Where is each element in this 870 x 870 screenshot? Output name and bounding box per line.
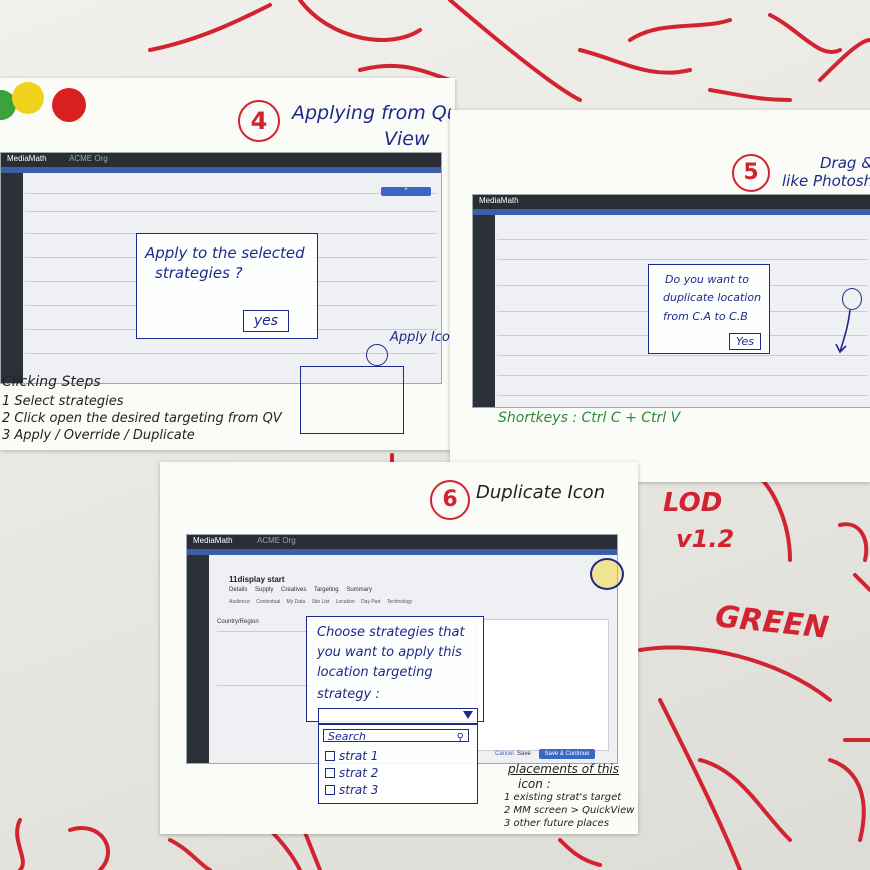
sheet-duplicate-icon: 6 Duplicate Icon MediaMath ACME Org 11di…: [160, 462, 638, 834]
choose-strategies-dialog: Choose strategies that you want to apply…: [306, 616, 484, 722]
strategy-option-label: strat 3: [339, 783, 379, 797]
checkbox-checked: [325, 785, 335, 795]
placements-subtitle: icon :: [518, 777, 551, 791]
org-name: ACME Org: [69, 154, 108, 163]
save-continue-button[interactable]: Save & Continue: [539, 749, 595, 759]
steps-title: Clicking Steps: [2, 374, 101, 390]
app-logo: MediaMath: [7, 154, 47, 163]
checkbox-checked: [325, 751, 335, 761]
drag-handle-icon[interactable]: [842, 288, 862, 310]
tabs-row: Details Supply Creatives Targeting Summa…: [229, 587, 372, 593]
drag-arrow: [835, 309, 851, 354]
shortkeys-note: Shortkeys : Ctrl C + Ctrl V: [498, 410, 681, 426]
duplicate-dialog-text: Do you want to: [665, 273, 749, 286]
sheet5-title: Drag &: [820, 154, 870, 172]
subtab-day-part[interactable]: Day Part: [361, 599, 380, 605]
subtabs-row: Audience Contextual My Data Site List Lo…: [229, 599, 412, 605]
step-2: 2 Click open the desired targeting from …: [2, 411, 282, 426]
placement-3: 3 other future places: [504, 818, 610, 829]
tab-targeting[interactable]: Targeting: [314, 587, 339, 593]
strategy-picker-list: Search ⚲ strat 1 strat 2 strat 3: [318, 724, 478, 804]
save-button[interactable]: Save: [517, 751, 531, 757]
cancel-button[interactable]: Cancel: [495, 751, 514, 757]
wall-lod-text: LOD: [663, 488, 723, 518]
apply-icon-popup: [300, 366, 404, 434]
sheet5-title-line2: like Photoshop: [782, 172, 870, 190]
country-region-header: Country/Region: [217, 619, 259, 625]
strategy-option[interactable]: strat 1: [325, 749, 378, 763]
search-input[interactable]: Search ⚲: [323, 729, 469, 743]
sheet6-title: Duplicate Icon: [476, 482, 606, 503]
placement-1: 1 existing strat's target: [504, 792, 622, 803]
strategy-option[interactable]: strat 3: [325, 783, 378, 797]
apply-dialog: Apply to the selected strategies ? yes: [136, 233, 318, 339]
strategy-option-label: strat 2: [339, 766, 379, 780]
duplicate-location-dialog: Do you want to duplicate location from C…: [648, 264, 770, 354]
subtab-audience[interactable]: Audience: [229, 599, 250, 605]
sheet-drag-like-photoshop: 5 Drag & like Photoshop MediaMath Do you…: [450, 110, 870, 482]
placement-2: 2 MM screen > QuickView: [504, 805, 635, 816]
subtab-location[interactable]: Location: [336, 599, 355, 605]
apply-icon-label: Apply Icon: [390, 330, 455, 345]
sheet4-title-line2: View: [384, 128, 430, 150]
tab-supply[interactable]: Supply: [255, 587, 273, 593]
strategy-dropdown[interactable]: [318, 708, 478, 724]
choose-dialog-text-2: you want to apply this: [317, 645, 462, 660]
tab-details[interactable]: Details: [229, 587, 247, 593]
yes-button[interactable]: yes: [243, 310, 289, 332]
yes-button[interactable]: Yes: [729, 333, 761, 350]
apply-dialog-text: Apply to the selected: [145, 244, 305, 262]
search-label: Search: [328, 730, 367, 743]
step-number-4: 4: [238, 100, 280, 142]
subtab-site-list[interactable]: Site List: [312, 599, 330, 605]
checkbox-checked: [325, 768, 335, 778]
choose-dialog-text-4: strategy :: [317, 687, 380, 702]
duplicate-dialog-text-3: from C.A to C.B: [663, 310, 748, 323]
step-number-6: 6: [430, 480, 470, 520]
choose-dialog-text-3: location targeting: [317, 665, 433, 680]
subtab-technology[interactable]: Technology: [387, 599, 412, 605]
search-icon: ⚲: [456, 732, 464, 743]
app-logo: MediaMath: [479, 196, 519, 205]
apply-dialog-text-2: strategies ?: [155, 264, 243, 282]
yellow-sticker-dot: [12, 82, 44, 114]
red-sticker-dot: [52, 88, 86, 122]
sheet4-title: Applying from Quick: [292, 102, 455, 124]
step-1: 1 Select strategies: [2, 394, 124, 409]
strategy-option[interactable]: strat 2: [325, 766, 378, 780]
step-number-5: 5: [732, 154, 770, 192]
org-name: ACME Org: [257, 536, 296, 545]
subtab-my-data[interactable]: My Data: [287, 599, 306, 605]
strategy-name: 11display start: [229, 575, 285, 584]
chevron-down-icon: [463, 711, 473, 719]
tab-summary[interactable]: Summary: [346, 587, 372, 593]
add-campaign-button[interactable]: +: [381, 187, 431, 196]
subtab-contextual[interactable]: Contextual: [256, 599, 280, 605]
apply-icon[interactable]: [366, 344, 388, 366]
wall-version-text: v1.2: [676, 525, 735, 553]
placements-title: placements of this: [508, 762, 620, 776]
step-3: 3 Apply / Override / Duplicate: [2, 428, 195, 443]
strategy-option-label: strat 1: [339, 749, 379, 763]
tab-creatives[interactable]: Creatives: [281, 587, 306, 593]
sheet-applying-quick-view: 4 Applying from Quick View MediaMath ACM…: [0, 78, 455, 450]
locations-panel: [475, 619, 609, 751]
duplicate-icon-highlight[interactable]: [590, 558, 624, 590]
duplicate-dialog-text-2: duplicate location: [663, 291, 762, 304]
choose-dialog-text: Choose strategies that: [317, 625, 465, 640]
app-logo: MediaMath: [193, 536, 233, 545]
